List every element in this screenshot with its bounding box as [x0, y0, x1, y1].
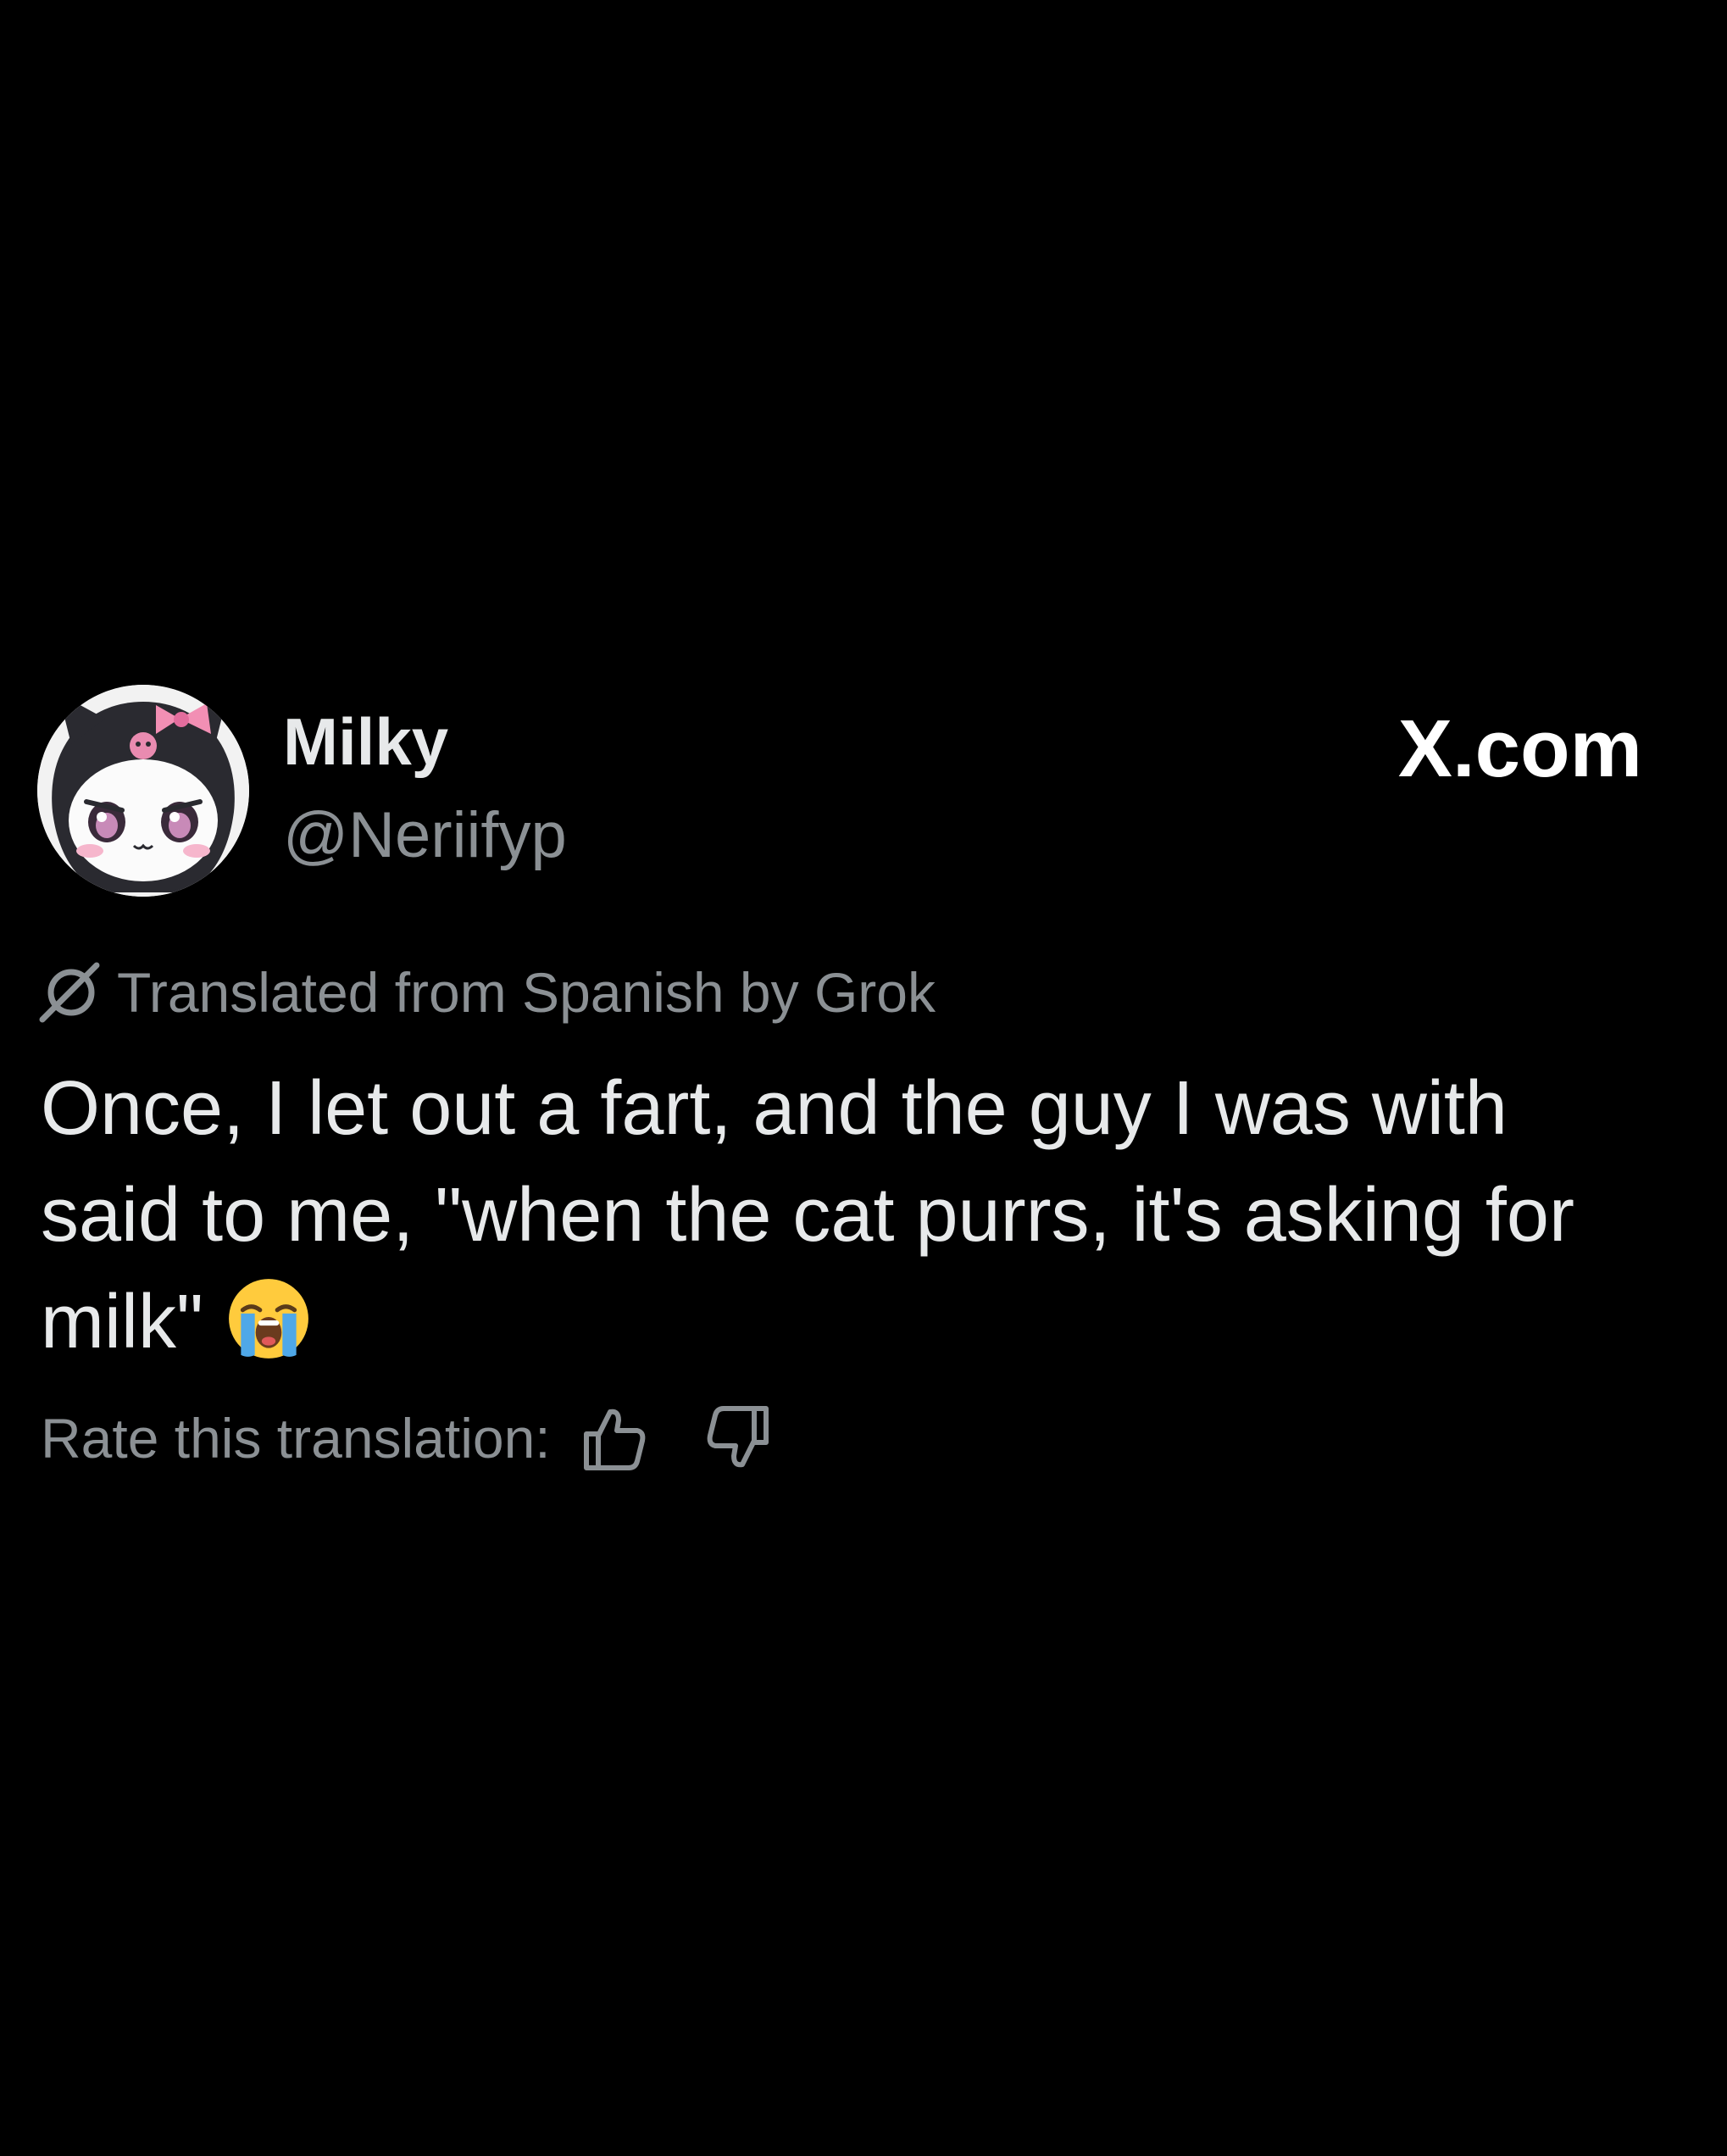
author-handle[interactable]: @Neriifyp — [283, 803, 567, 868]
post-text-line: Once, I let out a fart, and the guy I wa… — [41, 1066, 1508, 1151]
author-display-name[interactable]: Milky — [283, 708, 448, 775]
post-text: Once, I let out a fart, and the guy I wa… — [41, 1055, 1685, 1375]
translation-notice: Translated from Spanish by Grok — [37, 954, 936, 1031]
post-text-line: milk" — [41, 1280, 203, 1364]
grok-icon — [37, 960, 102, 1025]
thumbs-up-icon[interactable] — [578, 1402, 651, 1475]
brand-label: X.com — [1397, 703, 1642, 794]
post-text-line-last: milk" — [41, 1269, 1685, 1375]
translation-notice-label: Translated from Spanish by Grok — [117, 961, 936, 1024]
author-avatar[interactable] — [37, 685, 249, 897]
kuromi-avatar-icon — [37, 685, 249, 897]
post-text-line: said to me, "when the cat purrs, it's as… — [41, 1173, 1574, 1258]
rate-translation-label: Rate this translation: — [41, 1407, 551, 1470]
thumbs-down-icon[interactable] — [702, 1402, 775, 1475]
loudly-crying-face-icon — [225, 1275, 312, 1362]
post-card: Milky @Neriifyp X.com Translated from Sp… — [0, 0, 1727, 2156]
rate-translation-row: Rate this translation: — [41, 1400, 775, 1476]
